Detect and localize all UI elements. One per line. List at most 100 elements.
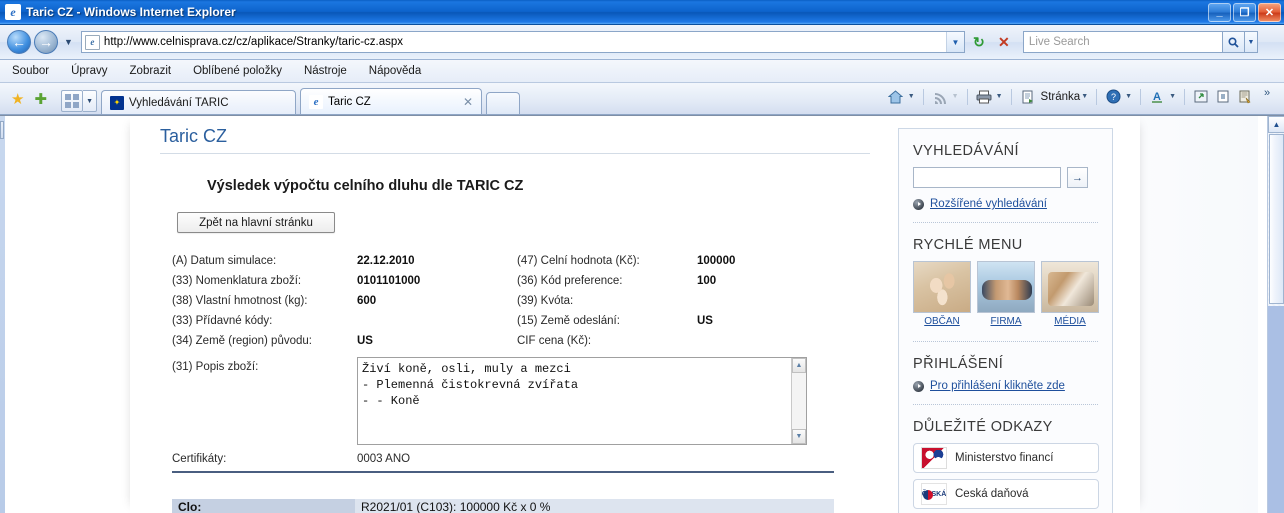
svg-text:A: A (1153, 91, 1161, 103)
url-dropdown-caret-icon[interactable]: ▼ (945, 32, 964, 52)
feeds-icon[interactable] (930, 86, 950, 108)
link-ministerstvo-financi[interactable]: Ministerstvo financí (913, 443, 1099, 473)
family-photo-icon[interactable] (913, 261, 971, 313)
handshake-photo-icon[interactable] (977, 261, 1035, 313)
menu-item-oblibene-polozky[interactable]: Oblíbené položky (193, 65, 282, 77)
feeds-caret-icon: ▼ (951, 93, 959, 100)
home-caret-icon[interactable]: ▼ (908, 93, 915, 100)
back-to-main-page-button[interactable]: Zpět na hlavní stránku (177, 212, 335, 233)
description-scrollbar[interactable]: ▲ ▼ (791, 358, 806, 444)
help-icon[interactable]: ? (1103, 86, 1123, 108)
sidebar-search-section: VYHLEDÁVÁNÍ → Rozšířené vyhledávání (899, 143, 1112, 210)
search-dropdown-caret-icon[interactable]: ▼ (1244, 31, 1258, 53)
browser-viewport: Taric CZ Výsledek výpočtu celního dluhu … (0, 115, 1284, 513)
field-label: (34) Země (region) původu: (172, 335, 312, 347)
maximize-button[interactable]: ❐ (1233, 2, 1256, 22)
czech-tax-admin-icon: ČESKÁ (921, 483, 947, 505)
close-button[interactable]: ✕ (1258, 2, 1281, 22)
page-scrollbar[interactable]: ▲ (1267, 116, 1284, 513)
tab-vyhledavani-taric[interactable]: ✦ Vyhledávání TARIC (101, 90, 297, 114)
menu-item-nastroje[interactable]: Nástroje (304, 65, 347, 77)
sidebar-divider (913, 404, 1098, 405)
tab-label: Taric CZ (328, 95, 371, 108)
tools-font-icon[interactable]: A (1147, 86, 1167, 108)
forward-arrow-icon[interactable]: → (34, 30, 58, 54)
refresh-icon[interactable]: ↻ (968, 31, 990, 53)
live-search-input[interactable]: Live Search (1022, 31, 1223, 53)
link-ceska-danova[interactable]: ČESKÁ Česká daňová (913, 479, 1099, 509)
quickmenu-item-media[interactable]: MÉDIA (1041, 261, 1099, 327)
print-caret-icon[interactable]: ▼ (996, 93, 1003, 100)
advanced-search-row[interactable]: Rozšířené vyhledávání (913, 198, 1098, 210)
pen-writing-photo-icon[interactable] (1041, 261, 1099, 313)
link-label[interactable]: Ministerstvo financí (955, 452, 1053, 464)
quickmenu-label[interactable]: FIRMA (977, 316, 1035, 327)
scrollbar-thumb[interactable] (1269, 134, 1284, 304)
back-arrow-icon[interactable]: ← (7, 30, 31, 54)
search-icon[interactable] (1222, 31, 1245, 53)
tools-caret-icon[interactable]: ▼ (1169, 93, 1176, 100)
scrollbar-lower-track[interactable] (1268, 306, 1284, 513)
quick-tabs-grid-icon[interactable] (61, 90, 84, 112)
menu-item-soubor[interactable]: Soubor (12, 65, 49, 77)
quickmenu-item-obcan[interactable]: OBČAN (913, 261, 971, 327)
read-mode-icon[interactable] (1213, 86, 1233, 108)
menu-item-upravy[interactable]: Úpravy (71, 65, 107, 77)
link-label[interactable]: Česká daňová (955, 488, 1029, 500)
help-caret-icon[interactable]: ▼ (1125, 93, 1132, 100)
new-tab-button[interactable] (486, 92, 521, 114)
scroll-up-icon[interactable]: ▲ (1268, 116, 1284, 133)
url-bar[interactable]: e http://www.celnisprava.cz/cz/aplikace/… (80, 31, 965, 53)
print-icon[interactable] (974, 86, 994, 108)
toolbar-divider (1010, 88, 1012, 105)
add-favorite-icon[interactable]: ✚ (34, 90, 47, 108)
page-icon[interactable] (1018, 86, 1038, 108)
tab-bar: ★ ✚ ▼ ✦ Vyhledávání TARIC e Taric CZ ✕ ▼… (0, 83, 1284, 115)
links-heading: DŮLEŽITÉ ODKAZY (913, 419, 1053, 435)
field-label: (36) Kód preference: (517, 275, 623, 287)
panel-grip-handle[interactable] (0, 121, 4, 139)
research-icon[interactable] (1235, 86, 1255, 108)
tab-list-caret-icon[interactable]: ▼ (83, 90, 98, 112)
field-label: (A) Datum simulace: (172, 255, 277, 267)
toolbar-divider (966, 88, 968, 105)
login-link[interactable]: Pro přihlášení klikněte zde (930, 380, 1065, 392)
field-value: US (357, 335, 373, 347)
page-content-area: Taric CZ Výsledek výpočtu celního dluhu … (5, 116, 1258, 513)
description-text[interactable]: Živí koně, osli, muly a mezci - Plemenná… (358, 358, 791, 444)
quickmenu-label[interactable]: MÉDIA (1041, 316, 1099, 327)
favorites-star-icon[interactable]: ★ (11, 90, 24, 108)
home-icon[interactable] (886, 86, 906, 108)
field-label: (33) Přídavné kódy: (172, 315, 273, 327)
url-text[interactable]: http://www.celnisprava.cz/cz/aplikace/St… (104, 36, 946, 48)
login-link-row[interactable]: Pro přihlášení klikněte zde (913, 380, 1098, 392)
menu-item-zobrazit[interactable]: Zobrazit (130, 65, 172, 77)
window-controls: _ ❐ ✕ (1208, 2, 1284, 22)
window-title: Taric CZ - Windows Internet Explorer (26, 5, 236, 19)
description-label: (31) Popis zboží: (172, 361, 259, 373)
field-value: 100 (697, 275, 717, 287)
fullscreen-icon[interactable] (1191, 86, 1211, 108)
history-dropdown-caret-icon[interactable]: ▼ (64, 37, 73, 47)
minimize-button[interactable]: _ (1208, 2, 1231, 22)
toolbar-overflow-icon[interactable]: » (1257, 82, 1277, 104)
sidebar-search-input[interactable] (913, 167, 1061, 188)
description-textarea[interactable]: Živí koně, osli, muly a mezci - Plemenná… (357, 357, 807, 445)
menu-item-napoveda[interactable]: Nápověda (369, 65, 421, 77)
ie-logo-icon: e (5, 4, 21, 20)
quickmenu-label[interactable]: OBČAN (913, 316, 971, 327)
right-sidebar: VYHLEDÁVÁNÍ → Rozšířené vyhledávání RYCH… (898, 128, 1113, 513)
data-row-certifikaty: Certifikáty: 0003 ANO (172, 453, 872, 465)
scroll-up-icon[interactable]: ▲ (792, 358, 806, 373)
advanced-search-link[interactable]: Rozšířené vyhledávání (930, 198, 1047, 210)
page-menu-label[interactable]: Stránka (1041, 91, 1081, 103)
page-caret-icon[interactable]: ▼ (1081, 93, 1088, 100)
stop-icon[interactable]: ✕ (993, 31, 1015, 53)
quickmenu-item-firma[interactable]: FIRMA (977, 261, 1035, 327)
tab-close-icon[interactable]: ✕ (463, 95, 473, 109)
sidebar-search-go-icon[interactable]: → (1067, 167, 1088, 188)
svg-text:?: ? (1111, 92, 1116, 102)
data-row-pridavne-kody: (33) Přídavné kódy: (15) Země odeslání: … (172, 315, 872, 335)
scroll-down-icon[interactable]: ▼ (792, 429, 806, 444)
tab-taric-cz[interactable]: e Taric CZ ✕ (300, 88, 483, 114)
